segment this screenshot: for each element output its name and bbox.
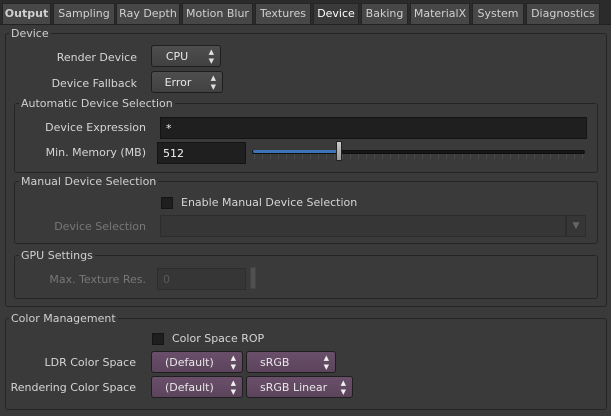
tab-system[interactable]: System (472, 3, 524, 24)
device-fallback-label: Device Fallback (51, 77, 137, 90)
rendering-space-menu[interactable]: sRGB Linear ▲ ▼ (246, 376, 353, 398)
tab-device[interactable]: Device (313, 3, 359, 24)
up-down-arrows-icon: ▲ ▼ (210, 74, 216, 91)
up-down-arrows-icon: ▲ ▼ (323, 354, 329, 371)
color-space-rop-checkbox[interactable] (152, 333, 164, 345)
enable-manual-selection-checkbox[interactable] (161, 197, 173, 209)
device-expression-label: Device Expression (45, 121, 146, 134)
tab-bar: Output Sampling Ray Depth Motion Blur Te… (0, 0, 611, 25)
tab-output[interactable]: Output (2, 3, 51, 24)
min-memory-slider-handle[interactable] (336, 141, 342, 161)
up-down-arrows-icon: ▲ ▼ (230, 379, 236, 396)
rendering-space-value: sRGB Linear (260, 381, 328, 394)
device-fallback-value: Error (164, 76, 192, 89)
device-panel-title: Device (9, 27, 51, 40)
tab-ray-depth[interactable]: Ray Depth (116, 3, 180, 24)
ldr-role-menu[interactable]: (Default) ▲ ▼ (151, 351, 243, 373)
render-device-menu[interactable]: CPU ▲ ▼ (151, 45, 221, 67)
max-texture-res-label: Max. Texture Res. (49, 273, 146, 286)
min-memory-slider-fill (253, 150, 339, 153)
rendering-role-menu[interactable]: (Default) ▲ ▼ (151, 376, 243, 398)
tab-textures[interactable]: Textures (255, 3, 311, 24)
device-expression-field[interactable]: * (160, 117, 587, 139)
tab-diagnostics[interactable]: Diagnostics (526, 3, 600, 24)
render-device-value: CPU (165, 50, 189, 63)
min-memory-field[interactable]: 512 (157, 142, 246, 164)
tab-motion-blur[interactable]: Motion Blur (182, 3, 253, 24)
chevron-down-icon[interactable]: ▼ (566, 215, 586, 237)
gpu-settings-title: GPU Settings (19, 249, 95, 262)
rendering-color-space-label: Rendering Color Space (10, 381, 136, 394)
up-down-arrows-icon: ▲ ▼ (208, 48, 214, 65)
color-space-rop-label: Color Space ROP (172, 332, 265, 345)
ldr-space-value: sRGB (260, 356, 290, 369)
up-down-arrows-icon: ▲ ▼ (340, 379, 346, 396)
rendering-role-value: (Default) (165, 381, 214, 394)
device-fallback-menu[interactable]: Error ▲ ▼ (151, 71, 223, 93)
up-down-arrows-icon: ▲ ▼ (230, 354, 236, 371)
enable-manual-selection-label: Enable Manual Device Selection (181, 196, 358, 209)
tab-materialx[interactable]: MaterialX (410, 3, 470, 24)
ldr-color-space-label: LDR Color Space (44, 356, 136, 369)
device-selection-label: Device Selection (54, 220, 146, 233)
manual-device-title: Manual Device Selection (19, 175, 159, 188)
render-device-label: Render Device (56, 51, 137, 64)
tab-baking[interactable]: Baking (361, 3, 408, 24)
min-memory-slider-ticks (254, 154, 584, 159)
device-selection-field[interactable] (160, 215, 566, 237)
min-memory-label: Min. Memory (MB) (45, 146, 146, 159)
max-texture-res-slider-handle[interactable] (250, 267, 256, 289)
ldr-space-menu[interactable]: sRGB ▲ ▼ (246, 351, 336, 373)
automatic-device-title: Automatic Device Selection (19, 97, 175, 110)
ldr-role-value: (Default) (165, 356, 214, 369)
tab-sampling[interactable]: Sampling (53, 3, 115, 24)
max-texture-res-field[interactable]: 0 (157, 268, 246, 290)
color-management-title: Color Management (9, 312, 118, 325)
